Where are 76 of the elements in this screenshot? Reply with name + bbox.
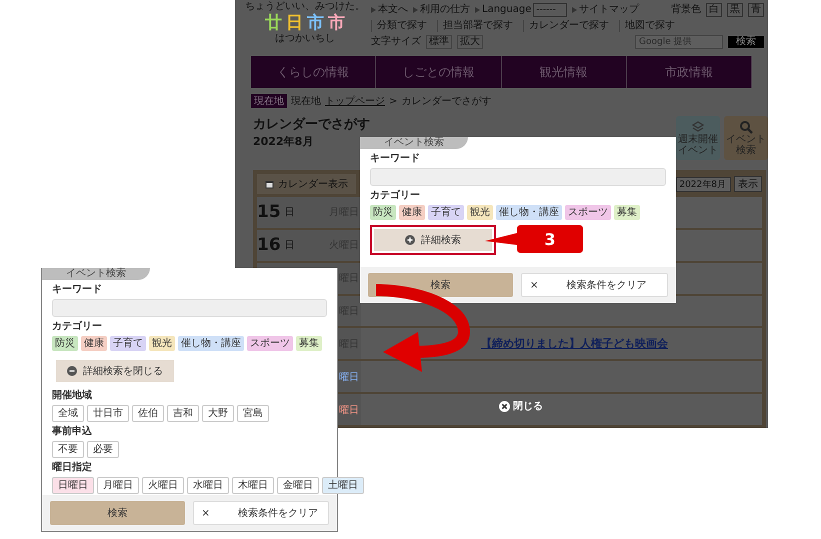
search-icon [739,120,753,134]
close-button[interactable]: 閉じる [499,399,543,413]
day-unit: 日 [284,206,295,220]
book-icon [691,120,705,134]
filter-option[interactable]: 大野 [202,405,234,422]
filter-option[interactable]: 火曜日 [142,477,184,494]
search-button[interactable]: 検索 [50,501,184,525]
plus-icon [405,235,415,245]
filter-option[interactable]: 必要 [87,441,119,458]
filter-option[interactable]: 月曜日 [97,477,139,494]
filter-option[interactable]: 土曜日 [322,477,364,494]
field-label: 曜日指定 [52,461,93,474]
site-search-button[interactable]: 検索 [728,36,764,48]
weekday-label: 曜日 [339,370,359,384]
page-title: カレンダーでさがす [253,116,370,134]
category-tag[interactable]: スポーツ [247,336,293,351]
category-tag[interactable]: 子育て [110,336,146,351]
breadcrumb-text: カレンダーでさがす [401,95,492,108]
logo-character: 市 [328,13,345,33]
category-tag[interactable]: 催し物・講座 [178,336,244,351]
filter-option[interactable]: 宮島 [237,405,269,422]
logo-character: 廿 [265,13,282,33]
category-tag[interactable]: 催し物・講座 [496,205,562,220]
keyword-field[interactable] [370,168,666,186]
detail-search-toggle[interactable]: 詳細検索を閉じる [56,360,174,382]
filter-option[interactable]: 水曜日 [187,477,229,494]
day-number: 16 [257,235,281,256]
field-label: カテゴリー [52,320,103,333]
filter-option[interactable]: 吉和 [167,405,199,422]
filter-option[interactable]: 廿日市 [87,405,129,422]
triangle-icon [371,7,376,13]
location-badge: 現在地 [251,94,287,108]
clear-button[interactable]: × 検索条件をクリア [192,501,329,525]
logo-character: 日 [286,13,303,33]
triangle-icon [572,7,577,13]
category-tag[interactable]: 健康 [81,336,107,351]
logo-character: 市 [307,13,324,33]
filter-option[interactable]: 全域 [52,405,84,422]
filter-option[interactable]: 不要 [52,441,84,458]
tagline: ちょうどいい、みつけた。 [245,1,365,13]
minus-icon [67,366,77,376]
keyword-field[interactable] [52,299,327,317]
setting-label: 文字サイズ [371,36,421,48]
category-tag[interactable]: スポーツ [565,205,611,220]
day-number: 15 [257,202,281,222]
category-tag[interactable]: 子育て [428,205,464,220]
field-label: キーワード [370,152,421,165]
calendar-icon [265,180,274,188]
field-label: 事前申込 [52,425,93,438]
category-tag[interactable]: 防災 [52,336,78,351]
month-heading: 2022年8月 [253,134,314,150]
filter-option[interactable]: 日曜日 [52,477,94,494]
weekday-label: 曜日 [339,404,359,417]
category-tag[interactable]: 防災 [370,205,396,220]
filter-option[interactable]: 佐伯 [132,405,164,422]
logo-reading: はつかいちし [275,33,335,44]
category-tag[interactable]: 観光 [149,336,175,351]
day-unit: 日 [284,239,295,252]
field-label: 開催地域 [52,389,93,402]
category-tag[interactable]: 健康 [399,205,425,220]
triangle-icon [413,7,418,13]
triangle-icon [475,7,480,13]
breadcrumb-separator: > [389,96,398,106]
setting-label: 背景色 [671,4,701,16]
field-label: カテゴリー [370,189,421,202]
detail-search-toggle[interactable]: 詳細検索 [374,229,492,251]
filter-option[interactable]: 金曜日 [277,477,319,494]
clear-button[interactable]: × 検索条件をクリア [521,273,668,297]
filter-option[interactable]: 木曜日 [232,477,274,494]
step-callout: 3 [485,225,583,253]
category-tag[interactable]: 募集 [296,336,322,351]
field-label: キーワード [52,283,103,296]
category-tag[interactable]: 観光 [467,205,493,220]
close-icon [499,400,510,412]
category-tag[interactable]: 募集 [614,205,640,220]
breadcrumb-text: 現在地 [291,94,321,108]
